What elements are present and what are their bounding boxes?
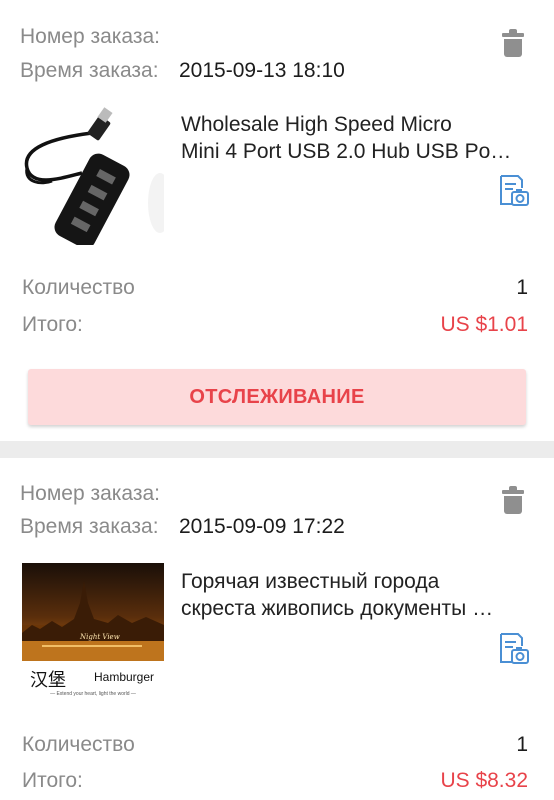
- product-title[interactable]: Wholesale High Speed Micro Mini 4 Port U…: [181, 111, 529, 165]
- order-card: Номер заказа: Время заказа: 2015-09-09 1…: [0, 458, 554, 800]
- quantity-label: Количество: [22, 733, 135, 756]
- quantity-label: Количество: [22, 276, 135, 299]
- image-text-chinese: 汉堡: [30, 670, 66, 691]
- image-script-text: Night View: [80, 633, 120, 641]
- total-value: US $8.32: [440, 769, 528, 792]
- snapshot-icon[interactable]: [498, 174, 530, 208]
- trash-icon[interactable]: [502, 29, 524, 57]
- order-time-label: Время заказа:: [20, 59, 159, 82]
- product-title-line1: Горячая известный города: [181, 570, 440, 593]
- order-time-label: Время заказа:: [20, 515, 159, 538]
- track-button[interactable]: ОТСЛЕЖИВАНИЕ: [28, 369, 526, 425]
- order-card: Номер заказа: Время заказа: 2015-09-13 1…: [0, 0, 554, 441]
- image-text-city: Hamburger: [94, 670, 155, 684]
- image-tagline: — Extend your heart, light the world —: [50, 691, 136, 697]
- product-title-line1: Wholesale High Speed Micro: [181, 113, 452, 136]
- product-image[interactable]: Night View 汉堡 Hamburger — Extend your he…: [22, 563, 164, 705]
- total-label: Итого:: [22, 769, 83, 792]
- quantity-value: 1: [516, 733, 528, 756]
- order-time-value: 2015-09-09 17:22: [179, 515, 345, 538]
- product-title-line2: скреста живопись документы …: [181, 597, 494, 620]
- order-time-value: 2015-09-13 18:10: [179, 59, 345, 82]
- total-value: US $1.01: [440, 313, 528, 336]
- product-title[interactable]: Горячая известный города скреста живопис…: [181, 568, 529, 622]
- product-title-line2: Mini 4 Port USB 2.0 Hub USB Po…: [181, 140, 512, 163]
- product-image[interactable]: [22, 103, 164, 245]
- order-number-label: Номер заказа:: [20, 482, 161, 505]
- trash-icon[interactable]: [502, 486, 524, 514]
- order-number-label: Номер заказа:: [20, 25, 161, 48]
- snapshot-icon[interactable]: [498, 632, 530, 666]
- total-label: Итого:: [22, 313, 83, 336]
- quantity-value: 1: [516, 276, 528, 299]
